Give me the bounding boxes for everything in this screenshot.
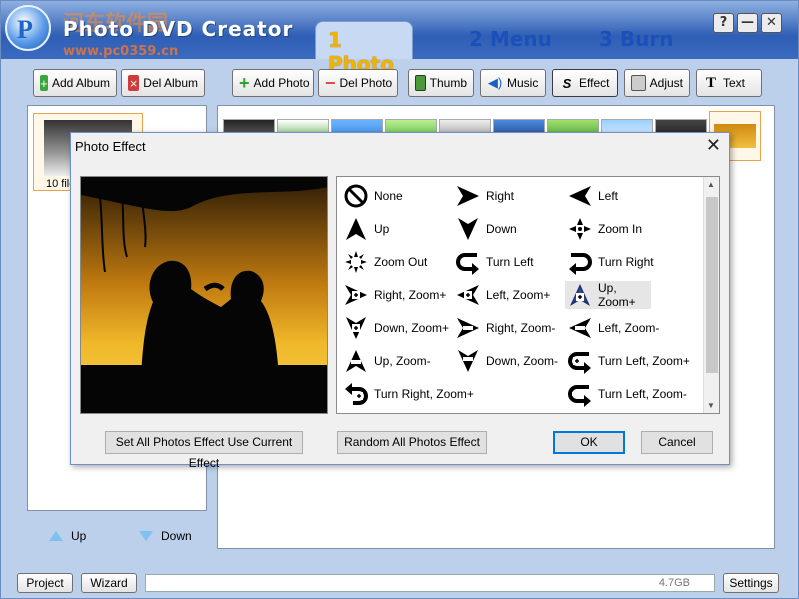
zoom-out-icon [345, 251, 367, 273]
disc-capacity-bar: 4.7GB [145, 574, 715, 592]
up-zoom-minus-icon [346, 350, 366, 372]
down-arrow-icon [139, 531, 153, 541]
effect-down-zoom-minus[interactable]: Down, Zoom- [453, 347, 560, 375]
settings-button[interactable]: Settings [723, 573, 779, 593]
effect-turn-right-zoom-plus[interactable]: Turn Right, Zoom+ [341, 380, 476, 408]
speaker-icon: ◀) [487, 75, 503, 90]
cancel-button[interactable]: Cancel [641, 431, 713, 454]
scrollbar-thumb[interactable] [706, 197, 718, 373]
picture-icon [415, 75, 426, 91]
effect-turn-left-zoom-minus[interactable]: Turn Left, Zoom- [565, 380, 689, 408]
effect-left-zoom-minus[interactable]: Left, Zoom- [565, 314, 661, 342]
effect-icon: S [562, 75, 572, 91]
add-photo-button[interactable]: + Add Photo [232, 69, 314, 97]
effect-turn-right[interactable]: Turn Right [565, 248, 656, 276]
up-arrow-icon [49, 531, 63, 541]
app-logo-icon: P [5, 5, 51, 51]
text-icon: T [705, 74, 716, 91]
scroll-up-icon[interactable]: ▲ [707, 180, 715, 189]
move-up-button[interactable]: Up [49, 529, 86, 543]
watermark-url: www.pc0359.cn [63, 44, 179, 59]
dialog-title: Photo Effect [75, 139, 146, 154]
effect-down[interactable]: Down [453, 215, 519, 243]
thumb-button[interactable]: Thumb [408, 69, 474, 97]
effect-down-zoom-plus[interactable]: Down, Zoom+ [341, 314, 451, 342]
effect-turn-left[interactable]: Turn Left [453, 248, 536, 276]
music-button[interactable]: ◀) Music [480, 69, 546, 97]
ok-button[interactable]: OK [553, 431, 625, 454]
none-icon [344, 184, 368, 208]
step-tabs: 1 Photo 2 Menu 3 Burn [311, 21, 711, 76]
adjust-icon [631, 75, 646, 91]
effect-list-scrollbar[interactable]: ▲ ▼ [703, 177, 719, 413]
effect-up[interactable]: Up [341, 215, 391, 243]
effect-right-zoom-plus[interactable]: Right, Zoom+ [341, 281, 448, 309]
left-arrow-icon [569, 186, 591, 206]
del-photo-button[interactable]: − Del Photo [318, 69, 398, 97]
down-zoom-plus-icon [346, 317, 366, 339]
effect-right[interactable]: Right [453, 182, 516, 210]
status-bar: Project Wizard 4.7GB Settings [1, 571, 798, 598]
tab-menu[interactable]: 2 Menu [457, 21, 564, 59]
up-zoom-plus-icon [570, 284, 590, 306]
dialog-close-button[interactable]: ✕ [706, 135, 721, 156]
effect-right-zoom-minus[interactable]: Right, Zoom- [453, 314, 557, 342]
turn-left-zoom-minus-icon [568, 385, 591, 407]
del-album-icon: × [128, 75, 140, 91]
random-all-effect-button[interactable]: Random All Photos Effect [337, 431, 487, 454]
effect-up-zoom-plus[interactable]: Up, Zoom+ [565, 281, 651, 309]
right-arrow-icon [457, 186, 479, 206]
set-all-effect-button[interactable]: Set All Photos Effect Use Current Effect [105, 431, 303, 470]
add-album-button[interactable]: + Add Album [33, 69, 117, 97]
photo-effect-dialog: Photo Effect ✕ None Up Zoom Out Right, Z… [70, 132, 730, 470]
app-title: Photo DVD Creator [63, 17, 294, 41]
turn-right-zoom-plus-icon [345, 383, 368, 405]
zoom-in-icon [569, 218, 591, 240]
project-button[interactable]: Project [17, 573, 73, 593]
minus-icon: − [325, 72, 336, 93]
scroll-down-icon[interactable]: ▼ [707, 401, 715, 410]
effect-zoom-in[interactable]: Zoom In [565, 215, 644, 243]
effect-up-zoom-minus[interactable]: Up, Zoom- [341, 347, 433, 375]
turn-left-zoom-plus-icon [568, 352, 591, 374]
effect-left-zoom-plus[interactable]: Left, Zoom+ [453, 281, 552, 309]
tab-burn[interactable]: 3 Burn [587, 21, 685, 59]
plus-icon: + [239, 72, 250, 93]
adjust-button[interactable]: Adjust [624, 69, 690, 97]
effect-zoom-out[interactable]: Zoom Out [341, 248, 429, 276]
del-album-button[interactable]: × Del Album [121, 69, 205, 97]
window-controls: ? — ✕ [713, 13, 782, 33]
turn-right-icon [569, 253, 592, 275]
move-down-button[interactable]: Down [139, 529, 192, 543]
left-zoom-plus-icon [457, 285, 479, 305]
up-arrow-icon [346, 218, 366, 240]
effect-button[interactable]: S Effect [552, 69, 618, 97]
down-arrow-icon [458, 218, 478, 240]
turn-left-icon [456, 253, 479, 275]
tab-photo[interactable]: 1 Photo [315, 21, 413, 76]
close-button[interactable]: ✕ [761, 13, 782, 33]
right-zoom-minus-icon [457, 318, 479, 338]
capacity-label: 4.7GB [658, 577, 690, 589]
effect-none[interactable]: None [341, 182, 405, 210]
effect-left[interactable]: Left [565, 182, 620, 210]
wizard-button[interactable]: Wizard [81, 573, 137, 593]
down-zoom-minus-icon [458, 350, 478, 372]
left-zoom-minus-icon [569, 318, 591, 338]
help-button[interactable]: ? [713, 13, 734, 33]
effect-list: None Up Zoom Out Right, Zoom+ Down, Zoom… [336, 176, 720, 414]
text-button[interactable]: T Text [696, 69, 762, 97]
right-zoom-plus-icon [345, 285, 367, 305]
effect-turn-left-zoom-plus[interactable]: Turn Left, Zoom+ [565, 347, 692, 375]
title-bar: P 河东软件园 Photo DVD Creator www.pc0359.cn … [1, 1, 798, 76]
effect-preview-image [80, 176, 328, 414]
add-album-icon: + [40, 75, 48, 91]
minimize-button[interactable]: — [737, 13, 758, 33]
